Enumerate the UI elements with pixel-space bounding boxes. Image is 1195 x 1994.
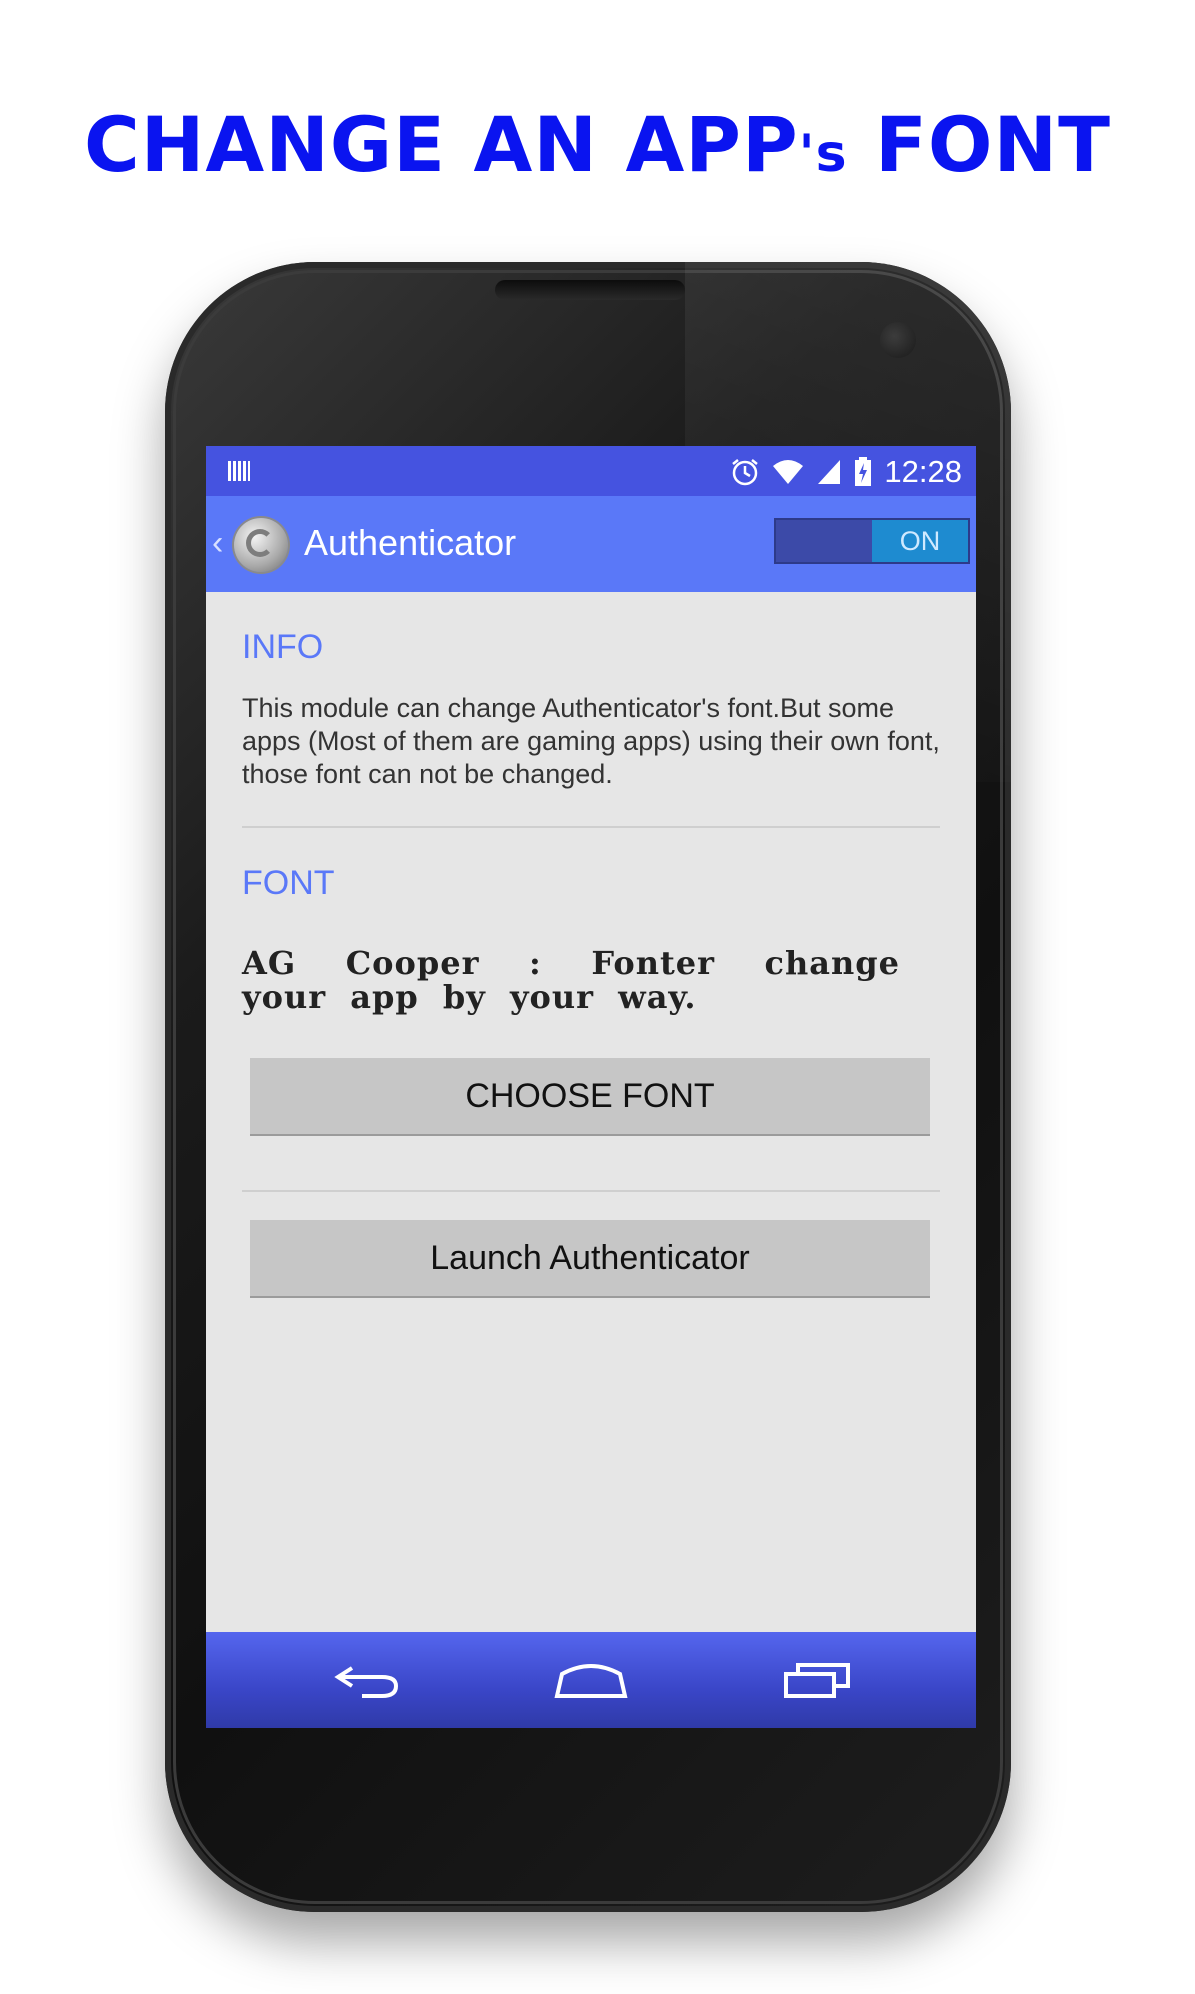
front-camera bbox=[880, 322, 916, 358]
signal-icon bbox=[818, 460, 841, 484]
launch-app-button[interactable]: Launch Authenticator bbox=[250, 1220, 930, 1298]
status-bar: 12:28 bbox=[206, 446, 976, 496]
phone-screen: 12:28 ‹ Authenticator ON INFO This modul… bbox=[206, 446, 976, 1728]
headline-part-2: 's bbox=[798, 124, 848, 184]
app-title: Authenticator bbox=[304, 522, 517, 563]
headline-part-3: FONT bbox=[847, 100, 1111, 189]
home-icon[interactable] bbox=[554, 1660, 628, 1700]
wifi-icon bbox=[773, 460, 804, 484]
module-toggle[interactable]: ON bbox=[774, 518, 970, 564]
back-icon[interactable] bbox=[332, 1660, 402, 1700]
battery-charging-icon bbox=[855, 457, 872, 486]
notification-icon bbox=[228, 461, 250, 481]
info-text: This module can change Authenticator's f… bbox=[242, 693, 940, 789]
phone-speaker bbox=[495, 280, 685, 300]
info-heading: INFO bbox=[242, 628, 324, 666]
authenticator-app-icon[interactable] bbox=[234, 518, 288, 572]
status-time: 12:28 bbox=[884, 454, 962, 489]
divider bbox=[242, 826, 940, 828]
choose-font-button[interactable]: CHOOSE FONT bbox=[250, 1058, 930, 1136]
divider bbox=[242, 1190, 940, 1192]
chevron-left-icon[interactable]: ‹ bbox=[212, 524, 223, 563]
recents-icon[interactable] bbox=[782, 1660, 852, 1700]
font-heading: FONT bbox=[242, 864, 335, 902]
promo-headline: CHANGE AN APP's FONT bbox=[0, 100, 1195, 189]
alarm-icon bbox=[732, 459, 759, 486]
navigation-bar bbox=[206, 1632, 976, 1728]
headline-part-1: CHANGE AN APP bbox=[84, 100, 799, 189]
font-sample-text: AG Cooper : Fonter change your app by yo… bbox=[242, 944, 900, 1016]
action-bar: ‹ Authenticator ON bbox=[206, 496, 976, 592]
toggle-on-label: ON bbox=[872, 520, 968, 562]
